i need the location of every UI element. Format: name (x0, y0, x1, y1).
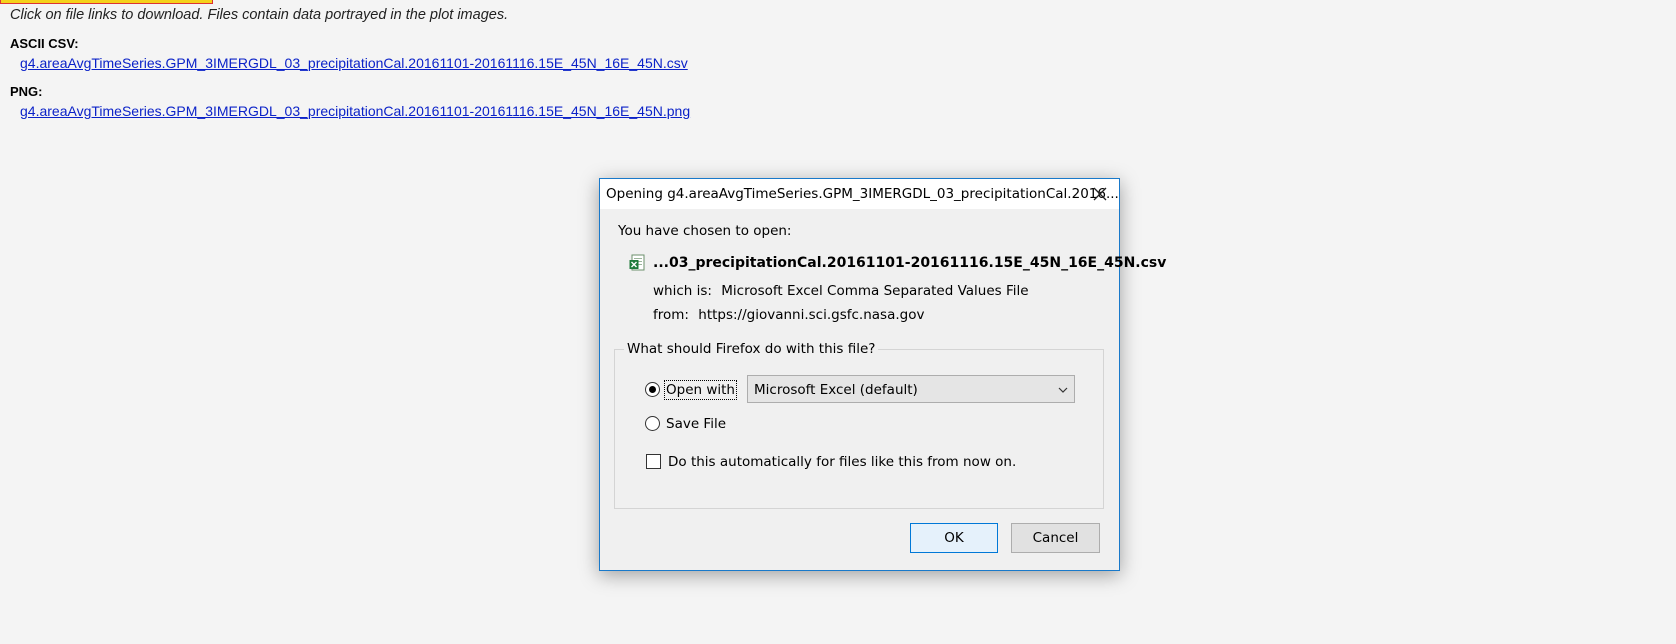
save-file-radio[interactable] (645, 416, 660, 431)
open-with-app-select[interactable]: Microsoft Excel (default) (747, 375, 1075, 403)
open-with-radio[interactable] (645, 382, 660, 397)
csv-section-label: ASCII CSV: (10, 36, 79, 51)
save-file-label[interactable]: Save File (666, 416, 726, 432)
download-instructions: Click on file links to download. Files c… (10, 7, 509, 23)
file-source-row: from: https://giovanni.sci.gsfc.nasa.gov (653, 307, 924, 323)
chevron-down-icon (1058, 387, 1068, 393)
close-icon[interactable] (1087, 182, 1113, 206)
dialog-title: Opening g4.areaAvgTimeSeries.GPM_3IMERGD… (606, 186, 1119, 202)
png-section-label: PNG: (10, 84, 43, 99)
open-with-label[interactable]: Open with (664, 380, 737, 400)
ok-button[interactable]: OK (910, 523, 998, 553)
csv-download-link[interactable]: g4.areaAvgTimeSeries.GPM_3IMERGDL_03_pre… (20, 55, 688, 71)
highlight-strip (0, 0, 213, 4)
auto-action-label[interactable]: Do this automatically for files like thi… (668, 454, 1016, 470)
file-source-value: https://giovanni.sci.gsfc.nasa.gov (698, 307, 925, 323)
excel-csv-file-icon (629, 254, 647, 272)
auto-action-checkbox[interactable] (646, 454, 661, 469)
which-is-label: which is: (653, 283, 712, 299)
chosen-to-open-label: You have chosen to open: (618, 223, 792, 239)
file-type-row: which is: Microsoft Excel Comma Separate… (653, 283, 1029, 299)
from-label: from: (653, 307, 689, 323)
action-question: What should Firefox do with this file? (624, 341, 879, 357)
dialog-titlebar[interactable]: Opening g4.areaAvgTimeSeries.GPM_3IMERGD… (600, 179, 1119, 209)
file-name: ...03_precipitationCal.20161101-20161116… (653, 255, 1167, 271)
file-type-value: Microsoft Excel Comma Separated Values F… (721, 283, 1029, 299)
png-download-link[interactable]: g4.areaAvgTimeSeries.GPM_3IMERGDL_03_pre… (20, 103, 690, 119)
cancel-button[interactable]: Cancel (1011, 523, 1100, 553)
download-dialog: Opening g4.areaAvgTimeSeries.GPM_3IMERGD… (599, 178, 1166, 571)
open-with-app-value: Microsoft Excel (default) (754, 382, 918, 398)
